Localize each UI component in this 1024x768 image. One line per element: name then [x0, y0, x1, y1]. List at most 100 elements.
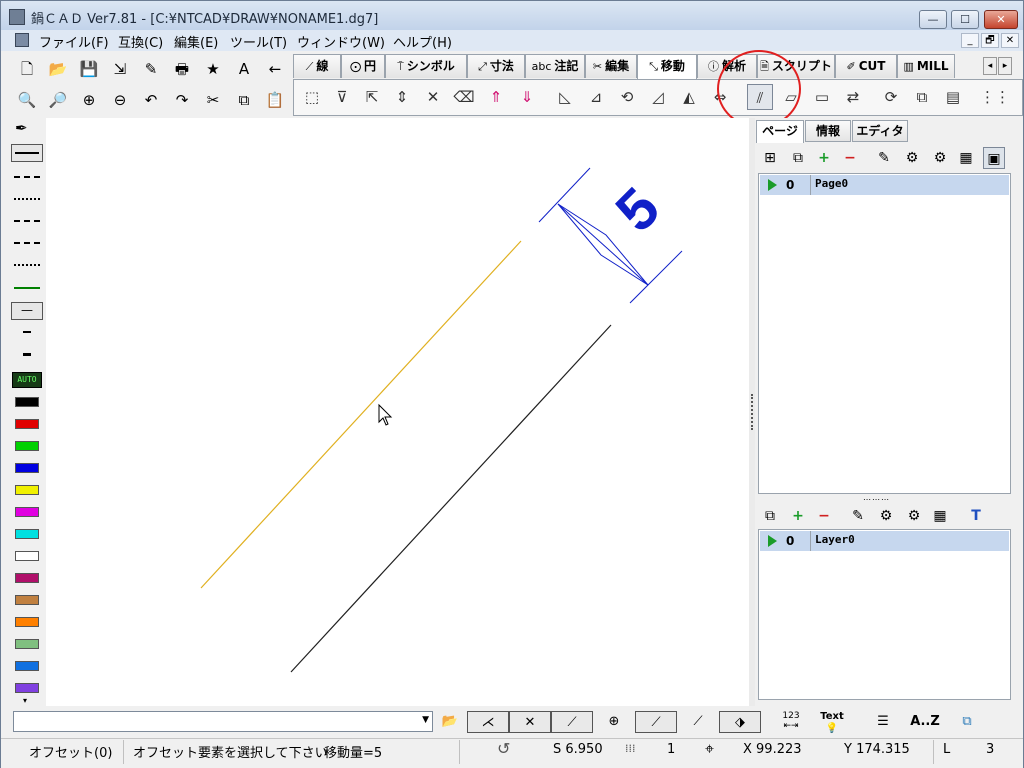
tab-5[interactable]: ✂ 編集 [585, 54, 637, 78]
mdi-close-button[interactable]: ✕ [1001, 33, 1019, 48]
menu-edit[interactable]: 編集(E) [174, 32, 218, 51]
rotate-icon[interactable]: ◺ [552, 84, 578, 110]
snap-center-icon[interactable]: ⊕ [603, 711, 625, 733]
linetype-option-5[interactable] [14, 287, 40, 289]
zoom-out-icon[interactable]: ⊖ [108, 88, 132, 112]
layer-tool-5[interactable]: ⚙ [903, 505, 925, 527]
snap-point-button[interactable]: ⟋ [635, 711, 677, 733]
zoom-all-icon[interactable]: 🔎 [46, 88, 70, 112]
tab-6[interactable]: ⤡ 移動 [637, 54, 697, 79]
auto-color-button[interactable]: AUTO [12, 372, 42, 388]
layer-row[interactable]: 0 Layer0 [760, 531, 1009, 551]
minimize-button[interactable]: — [919, 10, 947, 29]
zoom-in-icon[interactable]: ⊕ [77, 88, 101, 112]
linetype-option-3[interactable] [14, 242, 40, 244]
color-swatch-4[interactable] [15, 485, 39, 495]
copy-page-icon[interactable]: ⧉ [909, 84, 935, 110]
vertical-move-icon[interactable]: ⇕ [389, 84, 415, 110]
app-icon[interactable] [9, 9, 25, 25]
erase-icon[interactable]: ⌫ [451, 84, 477, 110]
rotate-copy-icon[interactable]: ⟲ [614, 84, 640, 110]
tab-3[interactable]: ⤢ 寸法 [467, 54, 525, 78]
arrow-left-icon[interactable]: ← [263, 57, 287, 81]
page-tool-2[interactable]: + [813, 147, 835, 169]
star-icon[interactable]: ★ [201, 57, 225, 81]
undo-icon[interactable]: ↶ [139, 88, 163, 112]
tab-9[interactable]: ✐ CUT [835, 54, 897, 78]
text-hint-button[interactable]: Text 💡 [817, 711, 847, 734]
tab-page[interactable]: ページ [756, 120, 804, 143]
mirror-top-icon[interactable]: ⇑ [483, 84, 509, 110]
page-tool-7[interactable]: ▦ [955, 147, 977, 169]
linetype-option-4[interactable] [14, 264, 40, 266]
color-swatch-3[interactable] [15, 463, 39, 473]
menu-file[interactable]: ファイル(F) [39, 32, 109, 51]
paste-icon[interactable]: 📋 [263, 88, 287, 112]
linewidth-thin-button[interactable]: — [11, 302, 43, 320]
mirror-icon[interactable]: ◭ [676, 84, 702, 110]
export-icon[interactable]: ⧉ [956, 711, 978, 733]
scale-icon[interactable]: ⊿ [583, 84, 609, 110]
tab-scroll-left-button[interactable]: ◂ [983, 57, 997, 75]
color-swatch-8[interactable] [15, 573, 39, 583]
connect-icon[interactable]: ⇄ [840, 84, 866, 110]
close-button[interactable]: ✕ [984, 10, 1018, 29]
menu-window[interactable]: ウィンドウ(W) [297, 32, 385, 51]
color-swatch-7[interactable] [15, 551, 39, 561]
menu-tools[interactable]: ツール(T) [230, 32, 287, 51]
off-icon[interactable]: ✕ [420, 84, 446, 110]
linetype-option-0[interactable] [14, 176, 40, 178]
color-swatch-5[interactable] [15, 507, 39, 517]
edit-doc-icon[interactable]: ✎ [139, 57, 163, 81]
palette-scroll-down-icon[interactable]: ▾ [23, 696, 27, 705]
linetype-option-1[interactable] [14, 198, 40, 200]
drawing-canvas[interactable]: 5 [46, 118, 749, 706]
pen-icon[interactable]: ✒ [15, 119, 28, 137]
save-icon[interactable]: 💾 [77, 57, 101, 81]
tab-0[interactable]: ⟋ 線 [293, 54, 341, 78]
redo-icon[interactable]: ↷ [170, 88, 194, 112]
sort-button[interactable]: A..Z [909, 711, 941, 733]
mdi-minimize-button[interactable]: _ [961, 33, 979, 48]
document-menu-icon[interactable] [15, 33, 29, 47]
page-tool-1[interactable]: ⧉ [787, 147, 809, 169]
tab-2[interactable]: ⍑ シンボル [385, 54, 467, 78]
page-tool-0[interactable]: ⊞ [759, 147, 781, 169]
layer-tool-1[interactable]: + [787, 505, 809, 527]
text-A-icon[interactable]: A [232, 57, 256, 81]
layer-tool-6[interactable]: ▦ [929, 505, 951, 527]
layer-tool-2[interactable]: − [813, 505, 835, 527]
copy-icon[interactable]: ⧉ [232, 88, 256, 112]
page-tool-6[interactable]: ⚙ [929, 147, 951, 169]
save-as-icon[interactable]: ⇲ [108, 57, 132, 81]
color-swatch-10[interactable] [15, 617, 39, 627]
horizontal-splitter-grip[interactable]: ⋯⋯⋯ [863, 495, 890, 504]
move-select-icon[interactable]: ⬚ [299, 84, 325, 110]
new-file-icon[interactable]: 🗋 [15, 57, 39, 81]
slope-icon[interactable]: ◿ [645, 84, 671, 110]
tab-editor[interactable]: エディタ [852, 120, 908, 142]
zoom-window-icon[interactable]: 🔍 [15, 88, 39, 112]
cut-icon[interactable]: ✂ [201, 88, 225, 112]
snap-midpoint-button[interactable]: ⟋ [551, 711, 593, 733]
grid-icon[interactable]: ⋮⋮ [980, 84, 1010, 110]
layer-page-icon[interactable]: ▤ [940, 84, 966, 110]
rotate-page-icon[interactable]: ⟳ [878, 84, 904, 110]
layer-tool-3[interactable]: ✎ [847, 505, 869, 527]
tab-scroll-right-button[interactable]: ▸ [998, 57, 1012, 75]
tab-10[interactable]: ▥ MILL [897, 54, 955, 78]
align-icon[interactable]: ☰ [871, 711, 895, 733]
menu-compat[interactable]: 互換(C) [118, 32, 163, 51]
grid-icon[interactable]: ⁞⁞⁞ [625, 742, 636, 755]
layer-tool-0[interactable]: ⧉ [759, 505, 781, 527]
color-swatch-0[interactable] [15, 397, 39, 407]
snap-nearest-icon[interactable]: ⟋ [687, 711, 709, 733]
layer-tool-4[interactable]: ⚙ [875, 505, 897, 527]
page-icon[interactable]: ▭ [809, 84, 835, 110]
color-swatch-13[interactable] [15, 683, 39, 693]
maximize-button[interactable]: ☐ [951, 10, 979, 29]
measure-icon[interactable]: 123 ⇤⇥ [777, 711, 805, 733]
snap-intersection-button[interactable]: ✕ [509, 711, 551, 733]
menu-help[interactable]: ヘルプ(H) [393, 32, 452, 51]
page-row[interactable]: 0 Page0 [760, 175, 1009, 195]
